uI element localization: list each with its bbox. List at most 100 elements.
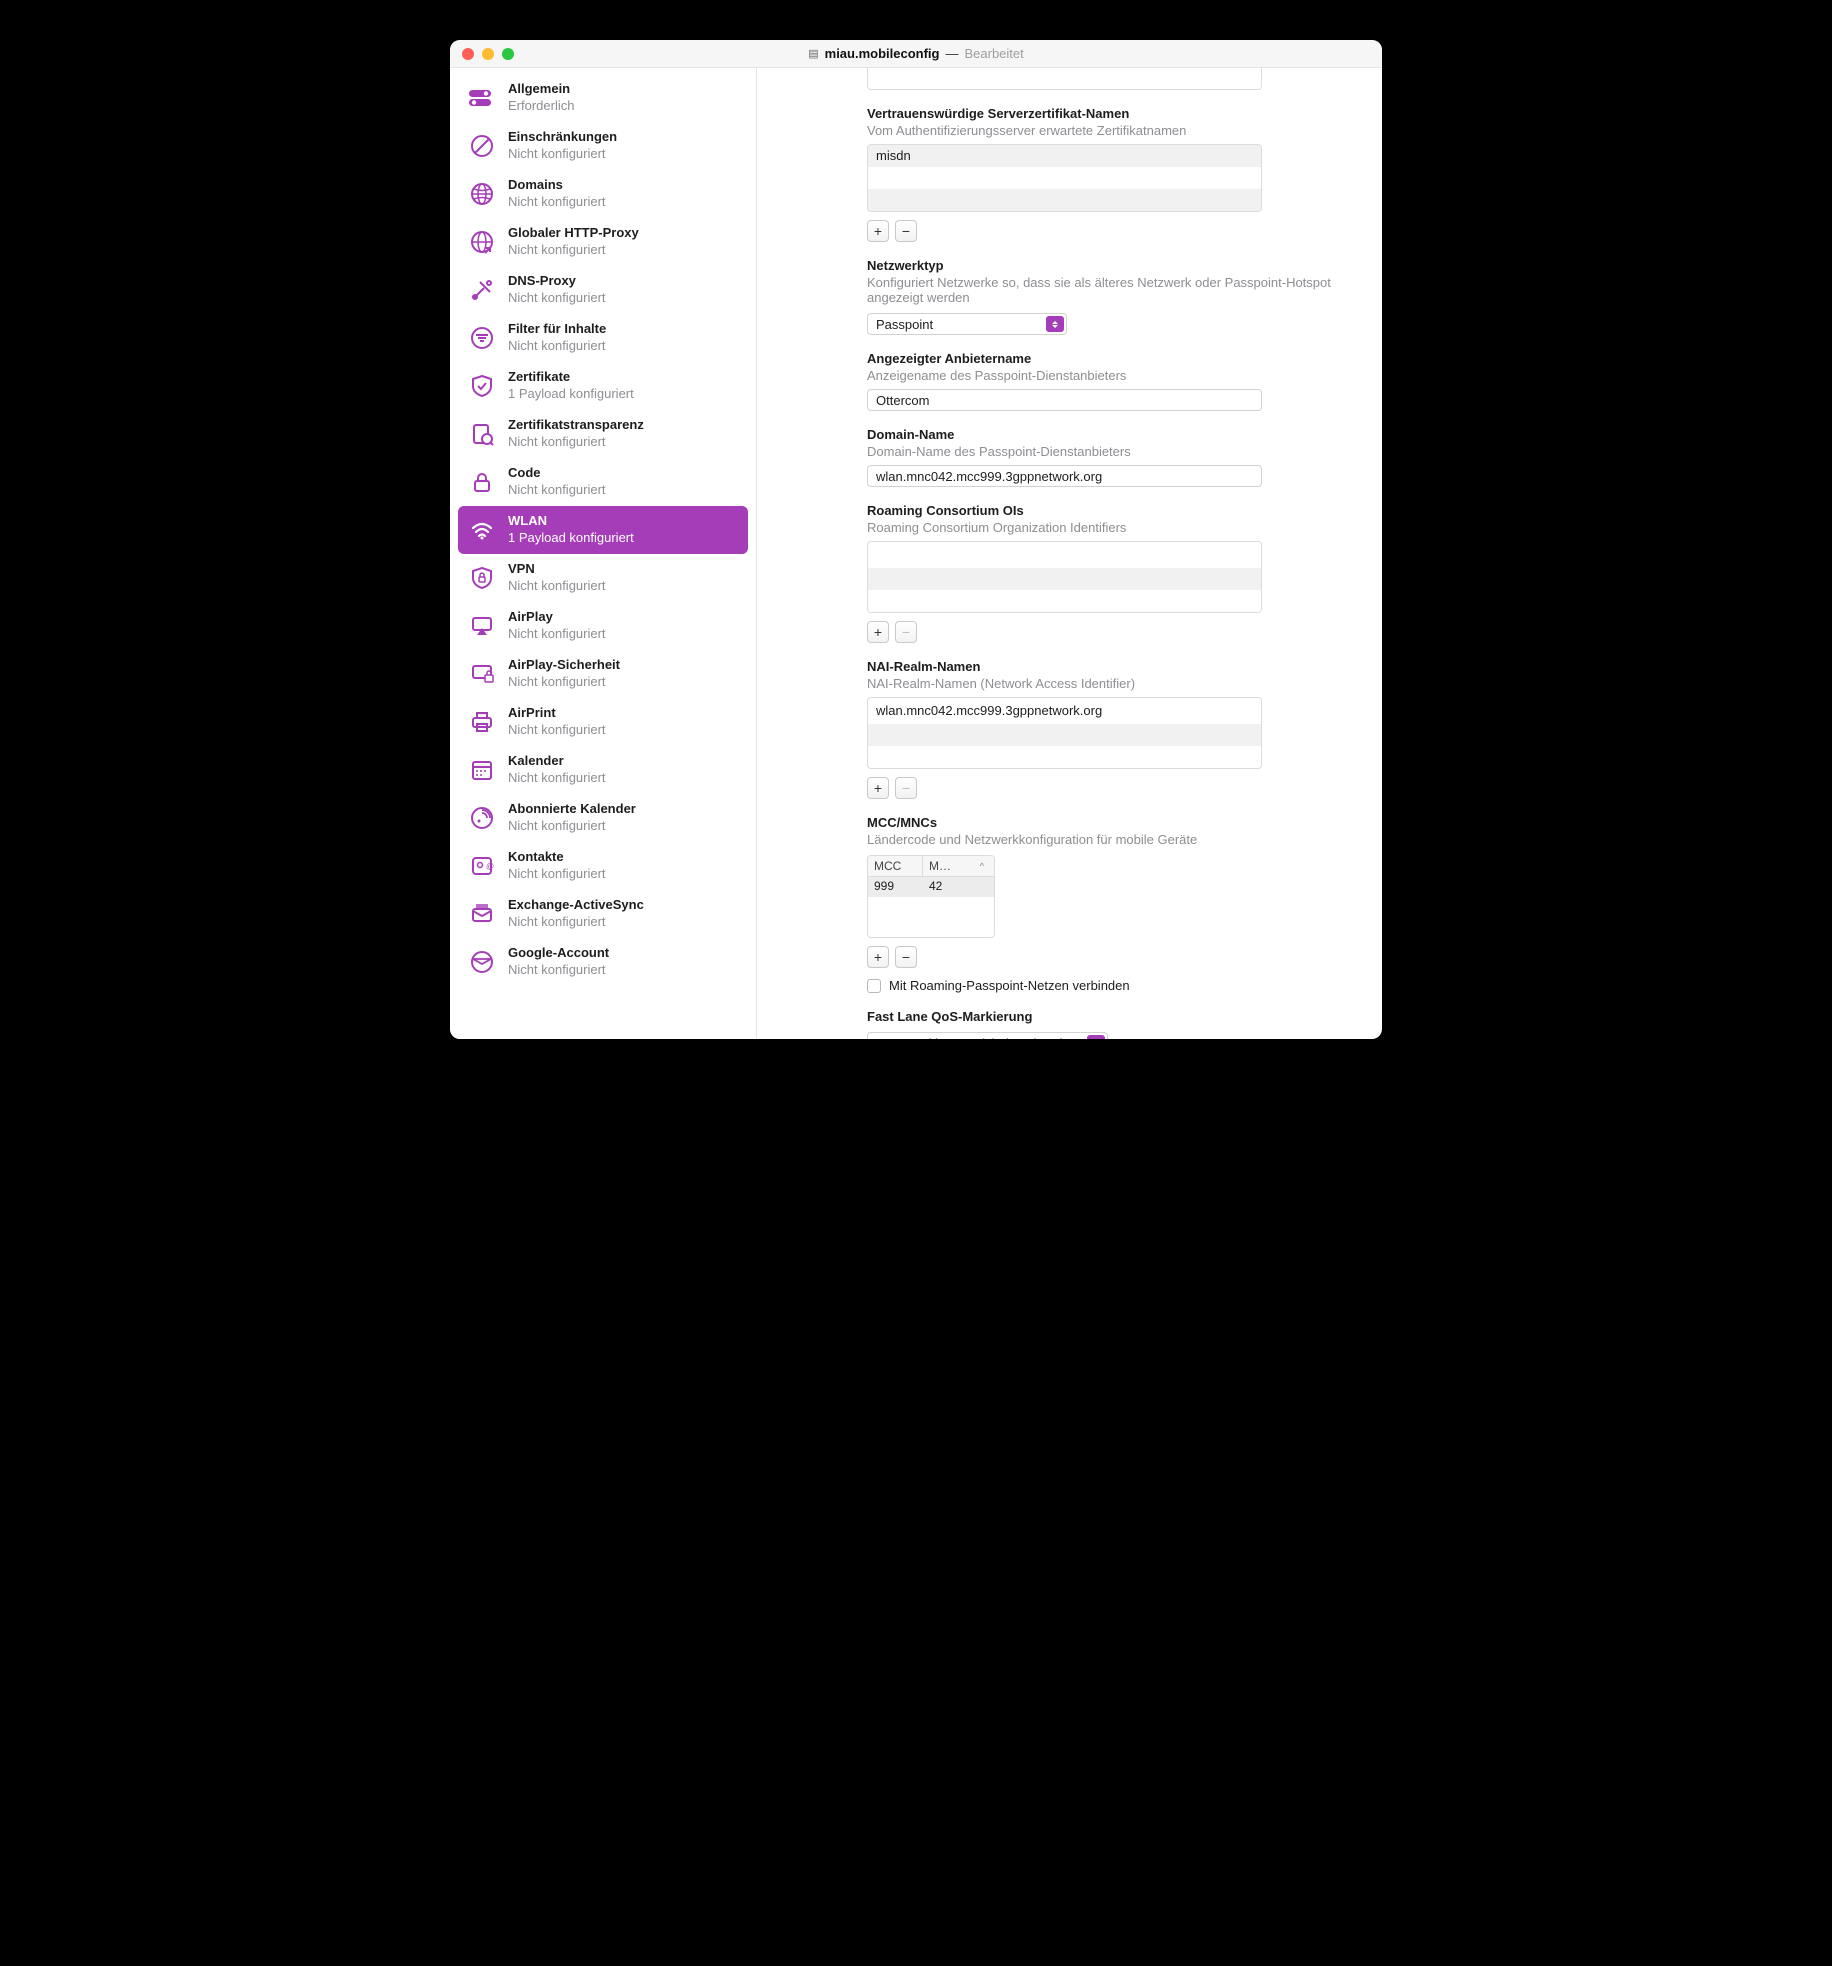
- checkbox-label: Mit Roaming-Passpoint-Netzen verbinden: [889, 978, 1130, 993]
- chevron-updown-icon: [1087, 1035, 1105, 1039]
- roaming-connect-row[interactable]: Mit Roaming-Passpoint-Netzen verbinden: [867, 978, 1358, 993]
- sidebar[interactable]: AllgemeinErforderlichEinschränkungenNich…: [450, 68, 757, 1039]
- section-desc: Vom Authentifizierungsserver erwartete Z…: [867, 123, 1358, 138]
- window-title: ▤ miau.mobileconfig — Bearbeitet: [450, 46, 1382, 61]
- sidebar-item-globaler-http-proxy[interactable]: Globaler HTTP-ProxyNicht konfiguriert: [458, 218, 748, 266]
- close-button[interactable]: [462, 48, 474, 60]
- sidebar-item-google-account[interactable]: Google-AccountNicht konfiguriert: [458, 938, 748, 986]
- section-title: Roaming Consortium OIs: [867, 503, 1358, 518]
- list-row[interactable]: misdn: [868, 145, 1261, 167]
- sidebar-item-zertifikatstransparenz[interactable]: ZertifikatstransparenzNicht konfiguriert: [458, 410, 748, 458]
- payload-list-top[interactable]: [867, 68, 1262, 90]
- add-button[interactable]: +: [867, 946, 889, 968]
- provider-name-input[interactable]: Ottercom: [867, 389, 1262, 411]
- sidebar-item-filter-f-r-inhalte[interactable]: Filter für InhalteNicht konfiguriert: [458, 314, 748, 362]
- select-value: Passpoint: [876, 317, 933, 332]
- sidebar-item-title: Domains: [508, 177, 606, 194]
- sidebar-item-domains[interactable]: DomainsNicht konfiguriert: [458, 170, 748, 218]
- trusted-cert-section: Vertrauenswürdige Serverzertifikat-Namen…: [867, 106, 1358, 242]
- list-row[interactable]: [868, 189, 1261, 211]
- sidebar-item-airprint[interactable]: AirPrintNicht konfiguriert: [458, 698, 748, 746]
- window: ▤ miau.mobileconfig — Bearbeitet Allgeme…: [450, 40, 1382, 1039]
- content-pane[interactable]: Vertrauenswürdige Serverzertifikat-Namen…: [757, 68, 1382, 1039]
- mccmnc-section: MCC/MNCs Ländercode und Netzwerkkonfigur…: [867, 815, 1358, 968]
- add-button[interactable]: +: [867, 621, 889, 643]
- list-row[interactable]: [868, 724, 1261, 746]
- svg-text:@: @: [486, 862, 494, 871]
- list-row[interactable]: [868, 568, 1261, 590]
- cert-icon: [468, 372, 496, 400]
- sidebar-item-kalender[interactable]: KalenderNicht konfiguriert: [458, 746, 748, 794]
- sidebar-item-dns-proxy[interactable]: DNS-ProxyNicht konfiguriert: [458, 266, 748, 314]
- add-button[interactable]: +: [867, 777, 889, 799]
- airplay-lock-icon: [468, 660, 496, 688]
- edited-label: Bearbeitet: [964, 46, 1023, 61]
- sidebar-item-vpn[interactable]: VPNNicht konfiguriert: [458, 554, 748, 602]
- list-row[interactable]: wlan.mnc042.mcc999.3gppnetwork.org: [868, 698, 1261, 724]
- section-title: Vertrauenswürdige Serverzertifikat-Namen: [867, 106, 1358, 121]
- network-type-select[interactable]: Passpoint: [867, 313, 1067, 335]
- sidebar-item-title: Code: [508, 465, 606, 482]
- select-value: QoS-Markierung nicht beschränken: [876, 1036, 1081, 1040]
- sidebar-item-sub: Nicht konfiguriert: [508, 146, 617, 163]
- checkbox[interactable]: [867, 979, 881, 993]
- roaming-oi-section: Roaming Consortium OIs Roaming Consortiu…: [867, 503, 1358, 643]
- section-desc: Anzeigename des Passpoint-Dienstanbieter…: [867, 368, 1358, 383]
- sidebar-item-sub: Nicht konfiguriert: [508, 290, 606, 307]
- sidebar-item-title: AirPlay: [508, 609, 606, 626]
- remove-button[interactable]: −: [895, 946, 917, 968]
- section-desc: Konfiguriert Netzwerke so, dass sie als …: [867, 275, 1358, 305]
- fastlane-section: Fast Lane QoS-Markierung QoS-Markierung …: [867, 1009, 1358, 1039]
- nai-realm-list[interactable]: wlan.mnc042.mcc999.3gppnetwork.org: [867, 697, 1262, 769]
- remove-button[interactable]: −: [895, 220, 917, 242]
- add-button[interactable]: +: [867, 220, 889, 242]
- sidebar-item-title: Kalender: [508, 753, 606, 770]
- exchange-icon: [468, 900, 496, 928]
- trusted-cert-list[interactable]: misdn: [867, 144, 1262, 212]
- header-mnc[interactable]: M…^: [923, 856, 994, 876]
- domain-name-input[interactable]: wlan.mnc042.mcc999.3gppnetwork.org: [867, 465, 1262, 487]
- traffic-lights: [462, 48, 514, 60]
- table-row[interactable]: [868, 917, 994, 937]
- table-row[interactable]: [868, 897, 994, 917]
- section-title: MCC/MNCs: [867, 815, 1358, 830]
- button-row: + −: [867, 220, 1358, 242]
- remove-button[interactable]: −: [895, 777, 917, 799]
- remove-button[interactable]: −: [895, 621, 917, 643]
- sidebar-item-title: WLAN: [508, 513, 634, 530]
- list-row[interactable]: [868, 590, 1261, 612]
- roaming-oi-list[interactable]: [867, 541, 1262, 613]
- sidebar-item-kontakte[interactable]: @KontakteNicht konfiguriert: [458, 842, 748, 890]
- network-type-section: Netzwerktyp Konfiguriert Netzwerke so, d…: [867, 258, 1358, 335]
- sidebar-item-sub: Nicht konfiguriert: [508, 818, 636, 835]
- window-body: AllgemeinErforderlichEinschränkungenNich…: [450, 68, 1382, 1039]
- sidebar-item-airplay[interactable]: AirPlayNicht konfiguriert: [458, 602, 748, 650]
- zoom-button[interactable]: [502, 48, 514, 60]
- sidebar-item-einschr-nkungen[interactable]: EinschränkungenNicht konfiguriert: [458, 122, 748, 170]
- list-row[interactable]: [868, 167, 1261, 189]
- minimize-button[interactable]: [482, 48, 494, 60]
- sidebar-item-wlan[interactable]: WLAN1 Payload konfiguriert: [458, 506, 748, 554]
- toggle-icon: [468, 84, 496, 112]
- sidebar-item-airplay-sicherheit[interactable]: AirPlay-SicherheitNicht konfiguriert: [458, 650, 748, 698]
- sidebar-item-sub: Nicht konfiguriert: [508, 242, 639, 259]
- section-desc: NAI-Realm-Namen (Network Access Identifi…: [867, 676, 1358, 691]
- sidebar-item-exchange-activesync[interactable]: Exchange-ActiveSyncNicht konfiguriert: [458, 890, 748, 938]
- sidebar-item-sub: Nicht konfiguriert: [508, 770, 606, 787]
- section-desc: Domain-Name des Passpoint-Dienstanbieter…: [867, 444, 1358, 459]
- titlebar: ▤ miau.mobileconfig — Bearbeitet: [450, 40, 1382, 68]
- header-mcc[interactable]: MCC: [868, 856, 923, 876]
- list-row[interactable]: [868, 746, 1261, 768]
- mccmnc-table[interactable]: MCC M…^ 999 42: [867, 855, 995, 938]
- sidebar-item-title: Allgemein: [508, 81, 574, 98]
- list-row[interactable]: [868, 542, 1261, 568]
- fastlane-select[interactable]: QoS-Markierung nicht beschränken: [867, 1032, 1108, 1039]
- sidebar-item-title: AirPrint: [508, 705, 606, 722]
- list-row-empty[interactable]: [868, 68, 1261, 90]
- sidebar-item-zertifikate[interactable]: Zertifikate1 Payload konfiguriert: [458, 362, 748, 410]
- sidebar-item-allgemein[interactable]: AllgemeinErforderlich: [458, 74, 748, 122]
- sidebar-item-abonnierte-kalender[interactable]: Abonnierte KalenderNicht konfiguriert: [458, 794, 748, 842]
- sidebar-item-code[interactable]: CodeNicht konfiguriert: [458, 458, 748, 506]
- table-row[interactable]: 999 42: [868, 877, 994, 897]
- sidebar-item-title: Globaler HTTP-Proxy: [508, 225, 639, 242]
